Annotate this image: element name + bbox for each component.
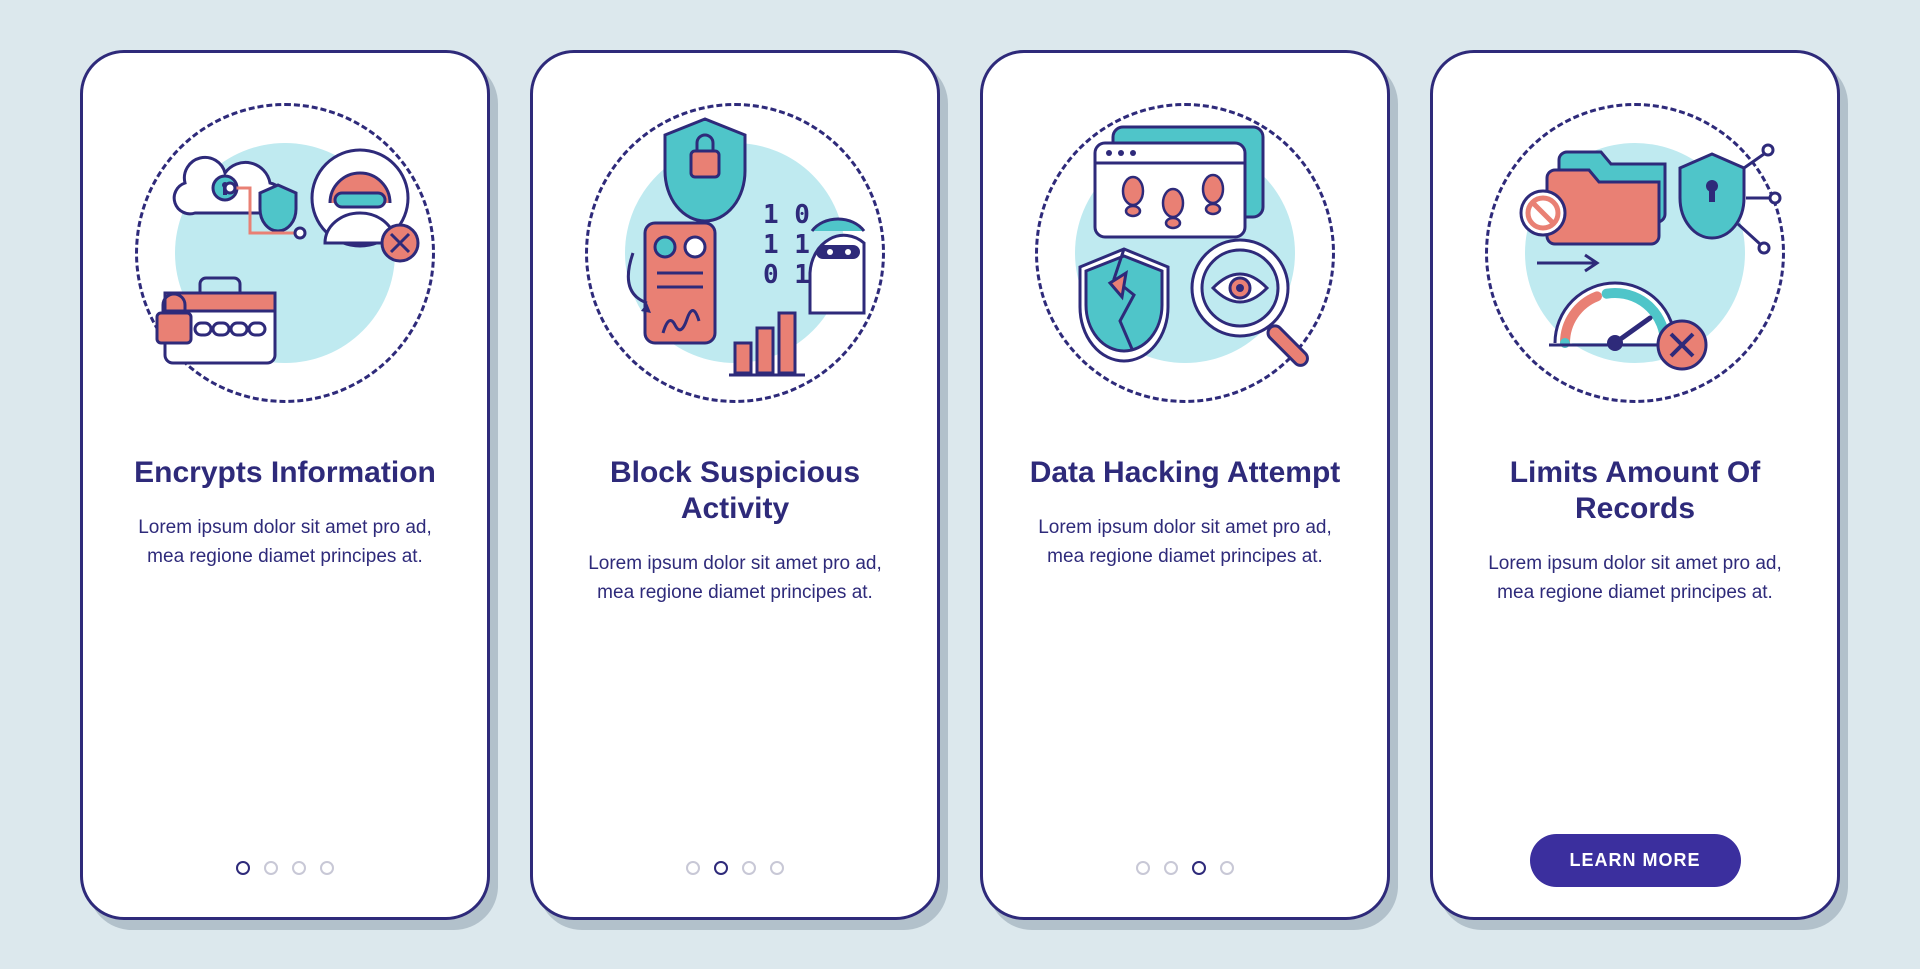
phone-card-3: Data Hacking Attempt Lorem ipsum dolor s… [980,50,1390,920]
onboarding-stage: Encrypts Information Lorem ipsum dolor s… [80,50,1840,920]
card-description: Lorem ipsum dolor sit amet pro ad, mea r… [561,549,909,861]
svg-text:1 1: 1 1 [763,230,810,260]
limits-records-icon [1475,93,1795,413]
page-indicator [686,861,784,875]
pager-dot[interactable] [714,861,728,875]
phone-card-2: 1 0 1 1 0 1 [530,50,940,920]
pager-dot[interactable] [770,861,784,875]
pager-dot[interactable] [320,861,334,875]
phone-card-1: Encrypts Information Lorem ipsum dolor s… [80,50,490,920]
card-title: Block Suspicious Activity [571,455,899,527]
block-suspicious-icon: 1 0 1 1 0 1 [575,93,895,413]
data-hacking-icon [1025,93,1345,413]
encrypts-icon [125,93,445,413]
pager-dot[interactable] [1136,861,1150,875]
pager-dot[interactable] [292,861,306,875]
card-title: Encrypts Information [134,455,436,491]
pager-dot[interactable] [686,861,700,875]
phone-card-4: Limits Amount Of Records Lorem ipsum dol… [1430,50,1840,920]
card-description: Lorem ipsum dolor sit amet pro ad, mea r… [111,513,459,861]
pager-dot[interactable] [236,861,250,875]
card-title: Limits Amount Of Records [1471,455,1799,527]
svg-text:0 1: 0 1 [763,260,810,290]
card-title: Data Hacking Attempt [1030,455,1341,491]
pager-dot[interactable] [1164,861,1178,875]
page-indicator [236,861,334,875]
svg-text:1 0: 1 0 [763,200,810,230]
pager-dot[interactable] [1220,861,1234,875]
page-indicator [1136,861,1234,875]
pager-dot[interactable] [742,861,756,875]
learn-more-button[interactable]: LEARN MORE [1530,834,1741,887]
card-description: Lorem ipsum dolor sit amet pro ad, mea r… [1011,513,1359,861]
pager-dot[interactable] [1192,861,1206,875]
pager-dot[interactable] [264,861,278,875]
card-description: Lorem ipsum dolor sit amet pro ad, mea r… [1461,549,1809,834]
